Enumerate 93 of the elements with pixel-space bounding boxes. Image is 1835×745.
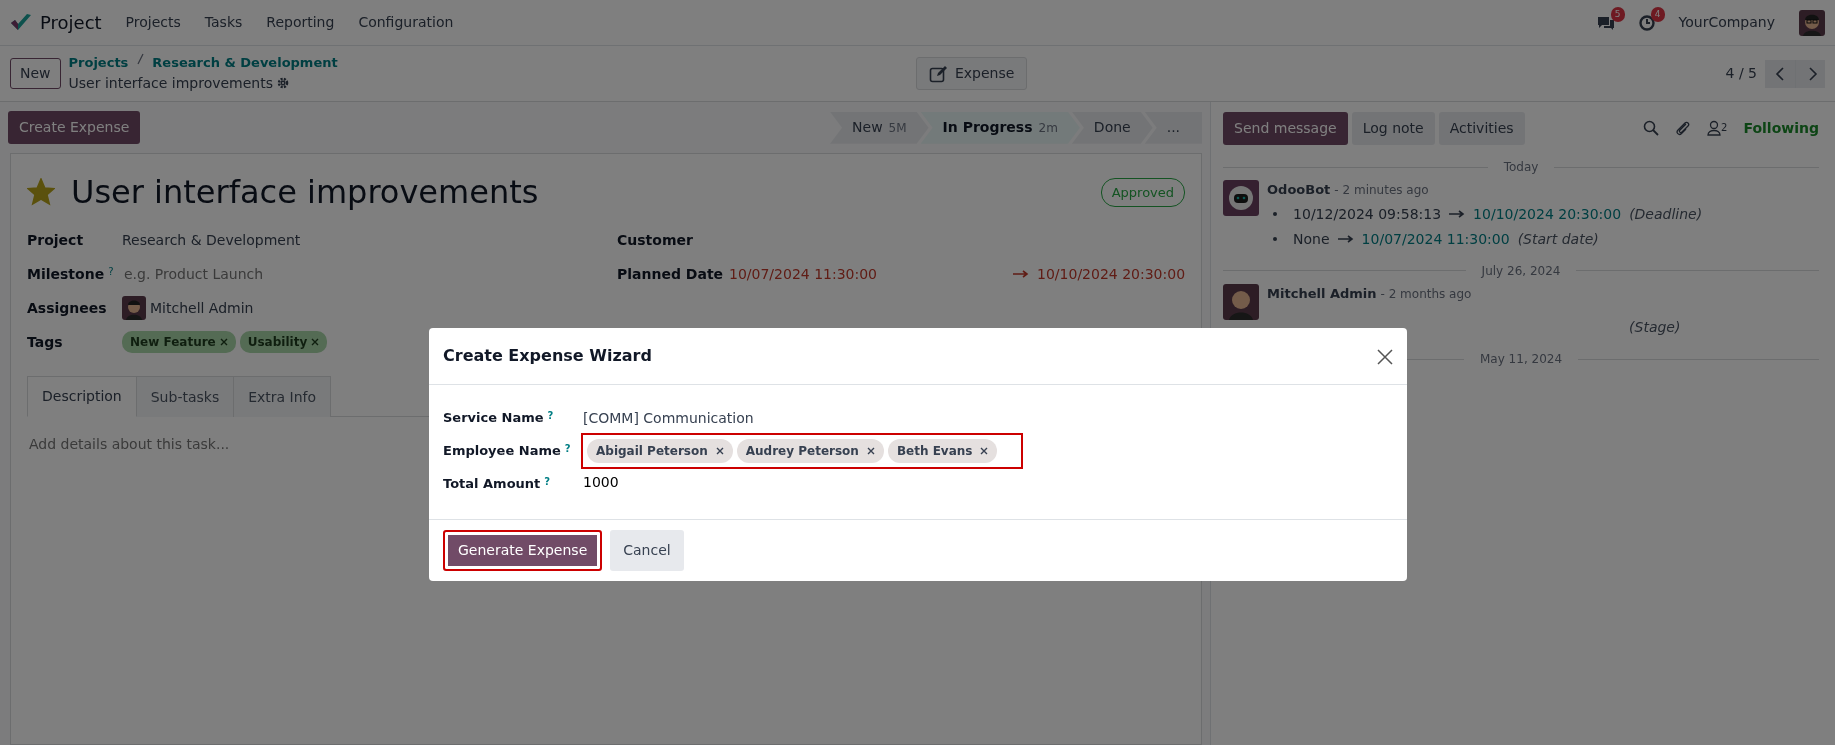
avatar-icon xyxy=(122,296,146,321)
stage-button[interactable]: New 5M xyxy=(830,111,929,144)
date-separator: Today xyxy=(1503,159,1539,176)
bullet-icon xyxy=(1273,212,1278,216)
new-value: 10/07/2024 11:30:00 xyxy=(1361,229,1510,249)
chat-icon[interactable] xyxy=(1596,15,1615,32)
field-label: Total Amount xyxy=(443,475,541,494)
tab[interactable]: Sub-tasks xyxy=(136,376,235,418)
field-value: [COMM] Communication xyxy=(582,408,755,428)
message-time: - 2 months ago xyxy=(1380,285,1472,303)
edit-icon xyxy=(928,64,947,83)
employee-field[interactable]: Abigail Peterson Audrey Peterson Beth Evans xyxy=(581,433,1024,469)
new-value: 10/10/2024 20:30:00 xyxy=(1473,204,1622,224)
clock-icon[interactable] xyxy=(1638,15,1655,32)
old-value: None xyxy=(1293,229,1330,249)
following-button[interactable]: Following xyxy=(1743,117,1819,139)
user-avatar[interactable] xyxy=(1799,9,1825,36)
changed-field: (Start date) xyxy=(1517,228,1599,250)
new-button[interactable]: New xyxy=(10,58,61,89)
field-label: Customer xyxy=(617,230,694,250)
remove-icon[interactable] xyxy=(715,447,724,455)
changed-field: (Stage) xyxy=(1629,317,1681,338)
stage-button[interactable]: Done xyxy=(1071,111,1153,144)
dialog-title: Create Expense Wizard xyxy=(443,345,652,367)
user-name[interactable]: Mitchell Admin xyxy=(150,297,254,319)
start-date[interactable]: 10/07/2024 11:30:00 xyxy=(729,263,878,285)
gear-icon[interactable] xyxy=(277,77,290,90)
stage-button[interactable]: In Progress 2m xyxy=(920,111,1080,144)
smart-button[interactable]: Expense xyxy=(915,57,1028,90)
menu-item[interactable]: Reporting xyxy=(266,12,335,33)
chatter-button[interactable]: Activities xyxy=(1438,111,1525,145)
field-label: Project xyxy=(27,230,85,250)
chatter-button[interactable]: Log note xyxy=(1351,111,1435,145)
more-stages-button[interactable]: ... xyxy=(1144,111,1203,144)
help-mark[interactable]: ? xyxy=(564,441,571,457)
field-label: Assignees xyxy=(27,298,108,318)
robot-avatar xyxy=(1223,180,1260,216)
message-author[interactable]: Mitchell Admin xyxy=(1267,283,1377,303)
company-name[interactable]: YourCompany xyxy=(1678,12,1775,33)
arrow-icon xyxy=(1013,270,1030,279)
tab[interactable]: Extra Info xyxy=(234,376,332,418)
create-expense-button[interactable]: Create Expense xyxy=(8,111,141,145)
breadcrumb-separator-icon xyxy=(136,53,145,66)
message-author[interactable]: OdooBot xyxy=(1267,180,1331,200)
cancel-button[interactable]: Cancel xyxy=(610,530,684,571)
help-mark[interactable]: ? xyxy=(547,408,554,424)
help-mark[interactable]: ? xyxy=(108,263,114,279)
paperclip-icon[interactable] xyxy=(1675,120,1692,136)
notification-badge: 5 xyxy=(1610,6,1625,23)
employee-tag[interactable]: Beth Evans xyxy=(887,439,998,463)
tag[interactable]: New Feature xyxy=(122,331,236,354)
notification-badge: 4 xyxy=(1650,6,1665,23)
message-time: - 2 minutes ago xyxy=(1334,182,1429,199)
breadcrumb-link[interactable]: Research & Development xyxy=(152,53,338,73)
follower-count: 2 xyxy=(1721,121,1728,135)
record-title: User interface improvements xyxy=(71,172,539,214)
tag[interactable]: Usability xyxy=(239,331,328,354)
app-name[interactable]: Project xyxy=(40,9,102,36)
tab[interactable]: Description xyxy=(27,376,137,418)
generate-button[interactable]: Generate Expense xyxy=(443,530,603,571)
date-separator: July 26, 2024 xyxy=(1481,262,1561,280)
status-badge: Approved xyxy=(1100,177,1186,207)
remove-icon[interactable] xyxy=(866,447,875,455)
changed-field: (Deadline) xyxy=(1629,203,1703,225)
search-icon[interactable] xyxy=(1643,120,1660,136)
next-button[interactable] xyxy=(1795,59,1825,88)
breadcrumb-link[interactable]: Projects xyxy=(68,53,129,73)
remove-icon[interactable] xyxy=(980,447,989,455)
menu-item[interactable]: Configuration xyxy=(358,12,454,33)
employee-tag[interactable]: Audrey Peterson xyxy=(736,439,884,463)
field-label: Planned Date xyxy=(617,264,725,284)
chatter-button[interactable]: Send message xyxy=(1223,111,1348,145)
record-name: User interface improvements xyxy=(68,73,274,93)
field-label: Tags xyxy=(27,332,64,352)
close-icon xyxy=(1377,348,1393,365)
employee-tag[interactable]: Abigail Peterson xyxy=(587,439,733,463)
arrow-icon xyxy=(1337,235,1354,243)
user-avatar xyxy=(1223,283,1260,320)
field-label: Service Name xyxy=(443,409,544,428)
previous-button[interactable] xyxy=(1765,59,1795,88)
star-icon[interactable] xyxy=(27,178,55,207)
menu-item[interactable]: Tasks xyxy=(204,12,243,33)
date-separator: May 11, 2024 xyxy=(1480,351,1563,368)
help-mark[interactable]: ? xyxy=(544,474,551,490)
old-value: 10/12/2024 09:58:13 xyxy=(1293,204,1442,224)
pager-value: 4 / 5 xyxy=(1725,64,1757,83)
bullet-icon xyxy=(1273,237,1278,241)
follower-icon[interactable] xyxy=(1707,120,1722,136)
end-date[interactable]: 10/10/2024 20:30:00 xyxy=(1037,263,1186,285)
arrow-icon xyxy=(1449,210,1466,218)
field-label: Milestone xyxy=(27,264,105,284)
menu-item[interactable]: Projects xyxy=(125,12,181,33)
field-value: Research & Development xyxy=(122,230,301,250)
